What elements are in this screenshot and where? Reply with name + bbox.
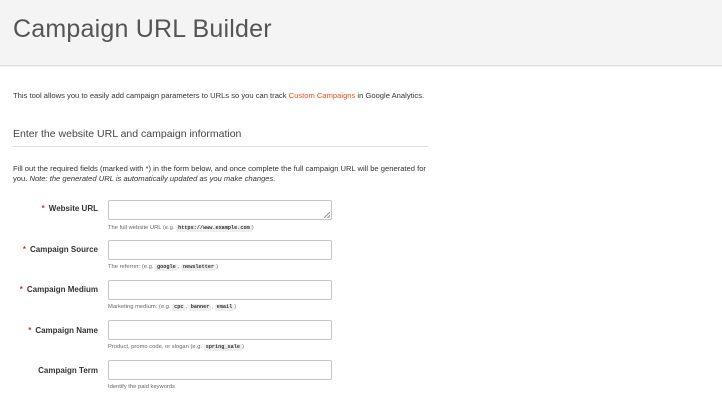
page-title: Campaign URL Builder bbox=[13, 15, 272, 43]
example-code: cpc bbox=[172, 304, 186, 311]
required-marker: * bbox=[19, 285, 23, 294]
example-code: banner bbox=[188, 304, 212, 311]
help-text-end: ) bbox=[234, 304, 237, 310]
campaign-medium-label-text: Campaign Medium bbox=[26, 285, 98, 294]
intro-text-before: This tool allows you to easily add campa… bbox=[13, 91, 289, 100]
instructions-text: Fill out the required fields (marked wit… bbox=[13, 164, 433, 183]
help-text-end: ) bbox=[241, 344, 244, 350]
campaign-medium-label: * Campaign Medium bbox=[0, 285, 98, 294]
help-text: Marketing medium: (e.g. bbox=[108, 304, 173, 310]
campaign-name-label-text: Campaign Name bbox=[35, 326, 98, 335]
campaign-term-label: Campaign Term bbox=[0, 366, 98, 375]
campaign-medium-input[interactable] bbox=[108, 280, 332, 300]
help-text: The referrer: (e.g. bbox=[108, 264, 156, 270]
campaign-source-help: The referrer: (e.g. google, newsletter) bbox=[108, 264, 219, 271]
example-code: google bbox=[155, 264, 178, 271]
website-url-help: The full website URL (e.g. https://www.e… bbox=[108, 224, 254, 232]
campaign-term-input[interactable] bbox=[108, 360, 332, 380]
help-text-end: ) bbox=[251, 225, 254, 231]
help-text: Product, promo code, or slogan (e.g. bbox=[108, 344, 204, 350]
example-code: newsletter bbox=[180, 264, 217, 271]
main-content: This tool allows you to easily add campa… bbox=[0, 67, 722, 401]
required-marker: * bbox=[41, 204, 45, 213]
section-divider bbox=[13, 146, 428, 147]
help-text: Identify the paid keywords bbox=[108, 384, 176, 390]
campaign-name-help: Product, promo code, or slogan (e.g. spr… bbox=[108, 343, 244, 351]
instructions-note: Note: the generated URL is automatically… bbox=[29, 173, 276, 183]
campaign-term-help: Identify the paid keywords bbox=[108, 383, 175, 391]
campaign-source-label: * Campaign Source bbox=[0, 245, 98, 254]
website-url-label: * Website URL bbox=[0, 204, 98, 213]
campaign-term-label-text: Campaign Term bbox=[38, 366, 98, 375]
campaign-medium-help: Marketing medium: (e.g. cpc, banner, ema… bbox=[108, 304, 237, 311]
intro-text: This tool allows you to easily add campa… bbox=[13, 91, 433, 101]
help-text: The full website URL (e.g. bbox=[108, 225, 177, 231]
campaign-source-input[interactable] bbox=[108, 240, 332, 260]
page-header: Campaign URL Builder bbox=[0, 0, 722, 66]
intro-text-after: in Google Analytics. bbox=[355, 91, 425, 100]
required-marker: * bbox=[28, 326, 32, 335]
example-code: https://www.example.com bbox=[176, 225, 252, 232]
website-url-label-text: Website URL bbox=[48, 204, 98, 213]
resize-handle-icon[interactable] bbox=[324, 212, 330, 218]
example-code: spring_sale bbox=[203, 344, 242, 351]
help-text-end: ) bbox=[216, 264, 219, 270]
website-url-input[interactable] bbox=[108, 200, 332, 220]
example-code: email bbox=[214, 304, 235, 311]
required-marker: * bbox=[22, 245, 26, 254]
campaign-name-input[interactable] bbox=[108, 320, 332, 340]
custom-campaigns-link[interactable]: Custom Campaigns bbox=[289, 91, 356, 100]
section-heading: Enter the website URL and campaign infor… bbox=[13, 128, 242, 140]
campaign-name-label: * Campaign Name bbox=[0, 326, 98, 335]
campaign-source-label-text: Campaign Source bbox=[29, 245, 98, 254]
